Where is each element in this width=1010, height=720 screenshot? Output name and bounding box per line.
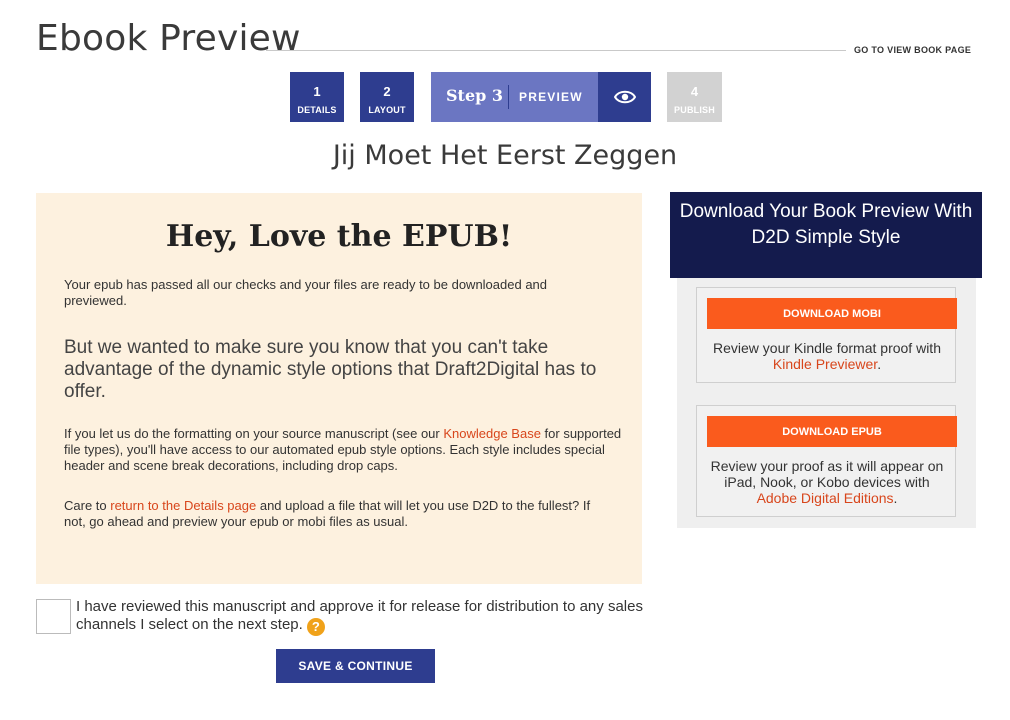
help-icon[interactable]: ? (306, 618, 325, 636)
text: If you let us do the formatting on your … (64, 426, 444, 441)
book-title: Jij Moet Het Eerst Zeggen (332, 140, 678, 171)
text: . (877, 356, 882, 372)
download-header-text: Download Your Book Preview With D2D Simp… (679, 201, 973, 248)
step-divider (508, 85, 509, 109)
download-mobi-button[interactable]: DOWNLOAD MOBI (707, 298, 957, 329)
step-layout[interactable]: 2 LAYOUT (360, 72, 414, 122)
approve-label: I have reviewed this manuscript and appr… (76, 598, 656, 636)
notice-paragraph: Care to return to the Details page and u… (64, 498, 604, 530)
download-preview-header: Download Your Book Preview With D2D Simp… (670, 192, 982, 278)
notice-paragraph: Your epub has passed all our checks and … (64, 277, 548, 308)
title-divider (266, 50, 846, 51)
notice-heading: Hey, Love the EPUB! (165, 219, 513, 254)
step-label: PREVIEW (519, 90, 583, 104)
step-publish: 4 PUBLISH (667, 72, 722, 122)
epub-notice-panel: Hey, Love the EPUB! Your epub has passed… (36, 193, 642, 584)
adobe-digital-editions-link[interactable]: Adobe Digital Editions (757, 490, 894, 506)
epub-description: Review your proof as it will appear on i… (697, 458, 957, 506)
epub-card: DOWNLOAD EPUB Review your proof as it wi… (696, 405, 957, 517)
step-label: PUBLISH (674, 105, 715, 115)
knowledge-base-link[interactable]: Knowledge Base (443, 426, 541, 441)
save-continue-button[interactable]: SAVE & CONTINUE (276, 649, 435, 683)
go-to-view-book-page-link[interactable]: GO TO VIEW BOOK PAGE (854, 45, 971, 55)
approve-text: I have reviewed this manuscript and appr… (76, 598, 643, 633)
mobi-card: DOWNLOAD MOBI Review your Kindle format … (696, 287, 957, 383)
step-number: 4 (690, 84, 699, 99)
text: . (893, 490, 898, 506)
step-number: 2 (383, 84, 391, 99)
step-preview-current: Step 3 PREVIEW (431, 72, 651, 122)
step-label: DETAILS (297, 105, 337, 115)
kindle-previewer-link[interactable]: Kindle Previewer (773, 356, 877, 372)
step-label: LAYOUT (368, 105, 406, 115)
text: Review your proof as it will appear on i… (710, 458, 944, 490)
text: Review your Kindle format proof with (713, 340, 941, 356)
step-title: Step 3 (446, 86, 504, 105)
mobi-description: Review your Kindle format proof with Kin… (697, 340, 957, 372)
notice-lead-paragraph: But we wanted to make sure you know that… (64, 337, 597, 402)
step-number: 1 (313, 84, 321, 99)
step-details[interactable]: 1 DETAILS (290, 72, 344, 122)
approve-checkbox[interactable] (36, 599, 71, 634)
return-to-details-link[interactable]: return to the Details page (110, 498, 256, 513)
download-epub-button[interactable]: DOWNLOAD EPUB (707, 416, 957, 447)
download-panel: DOWNLOAD MOBI Review your Kindle format … (677, 278, 976, 528)
eye-icon (598, 72, 651, 122)
notice-paragraph: If you let us do the formatting on your … (64, 426, 624, 474)
text: Care to (64, 498, 111, 513)
page-title: Ebook Preview (36, 18, 301, 59)
